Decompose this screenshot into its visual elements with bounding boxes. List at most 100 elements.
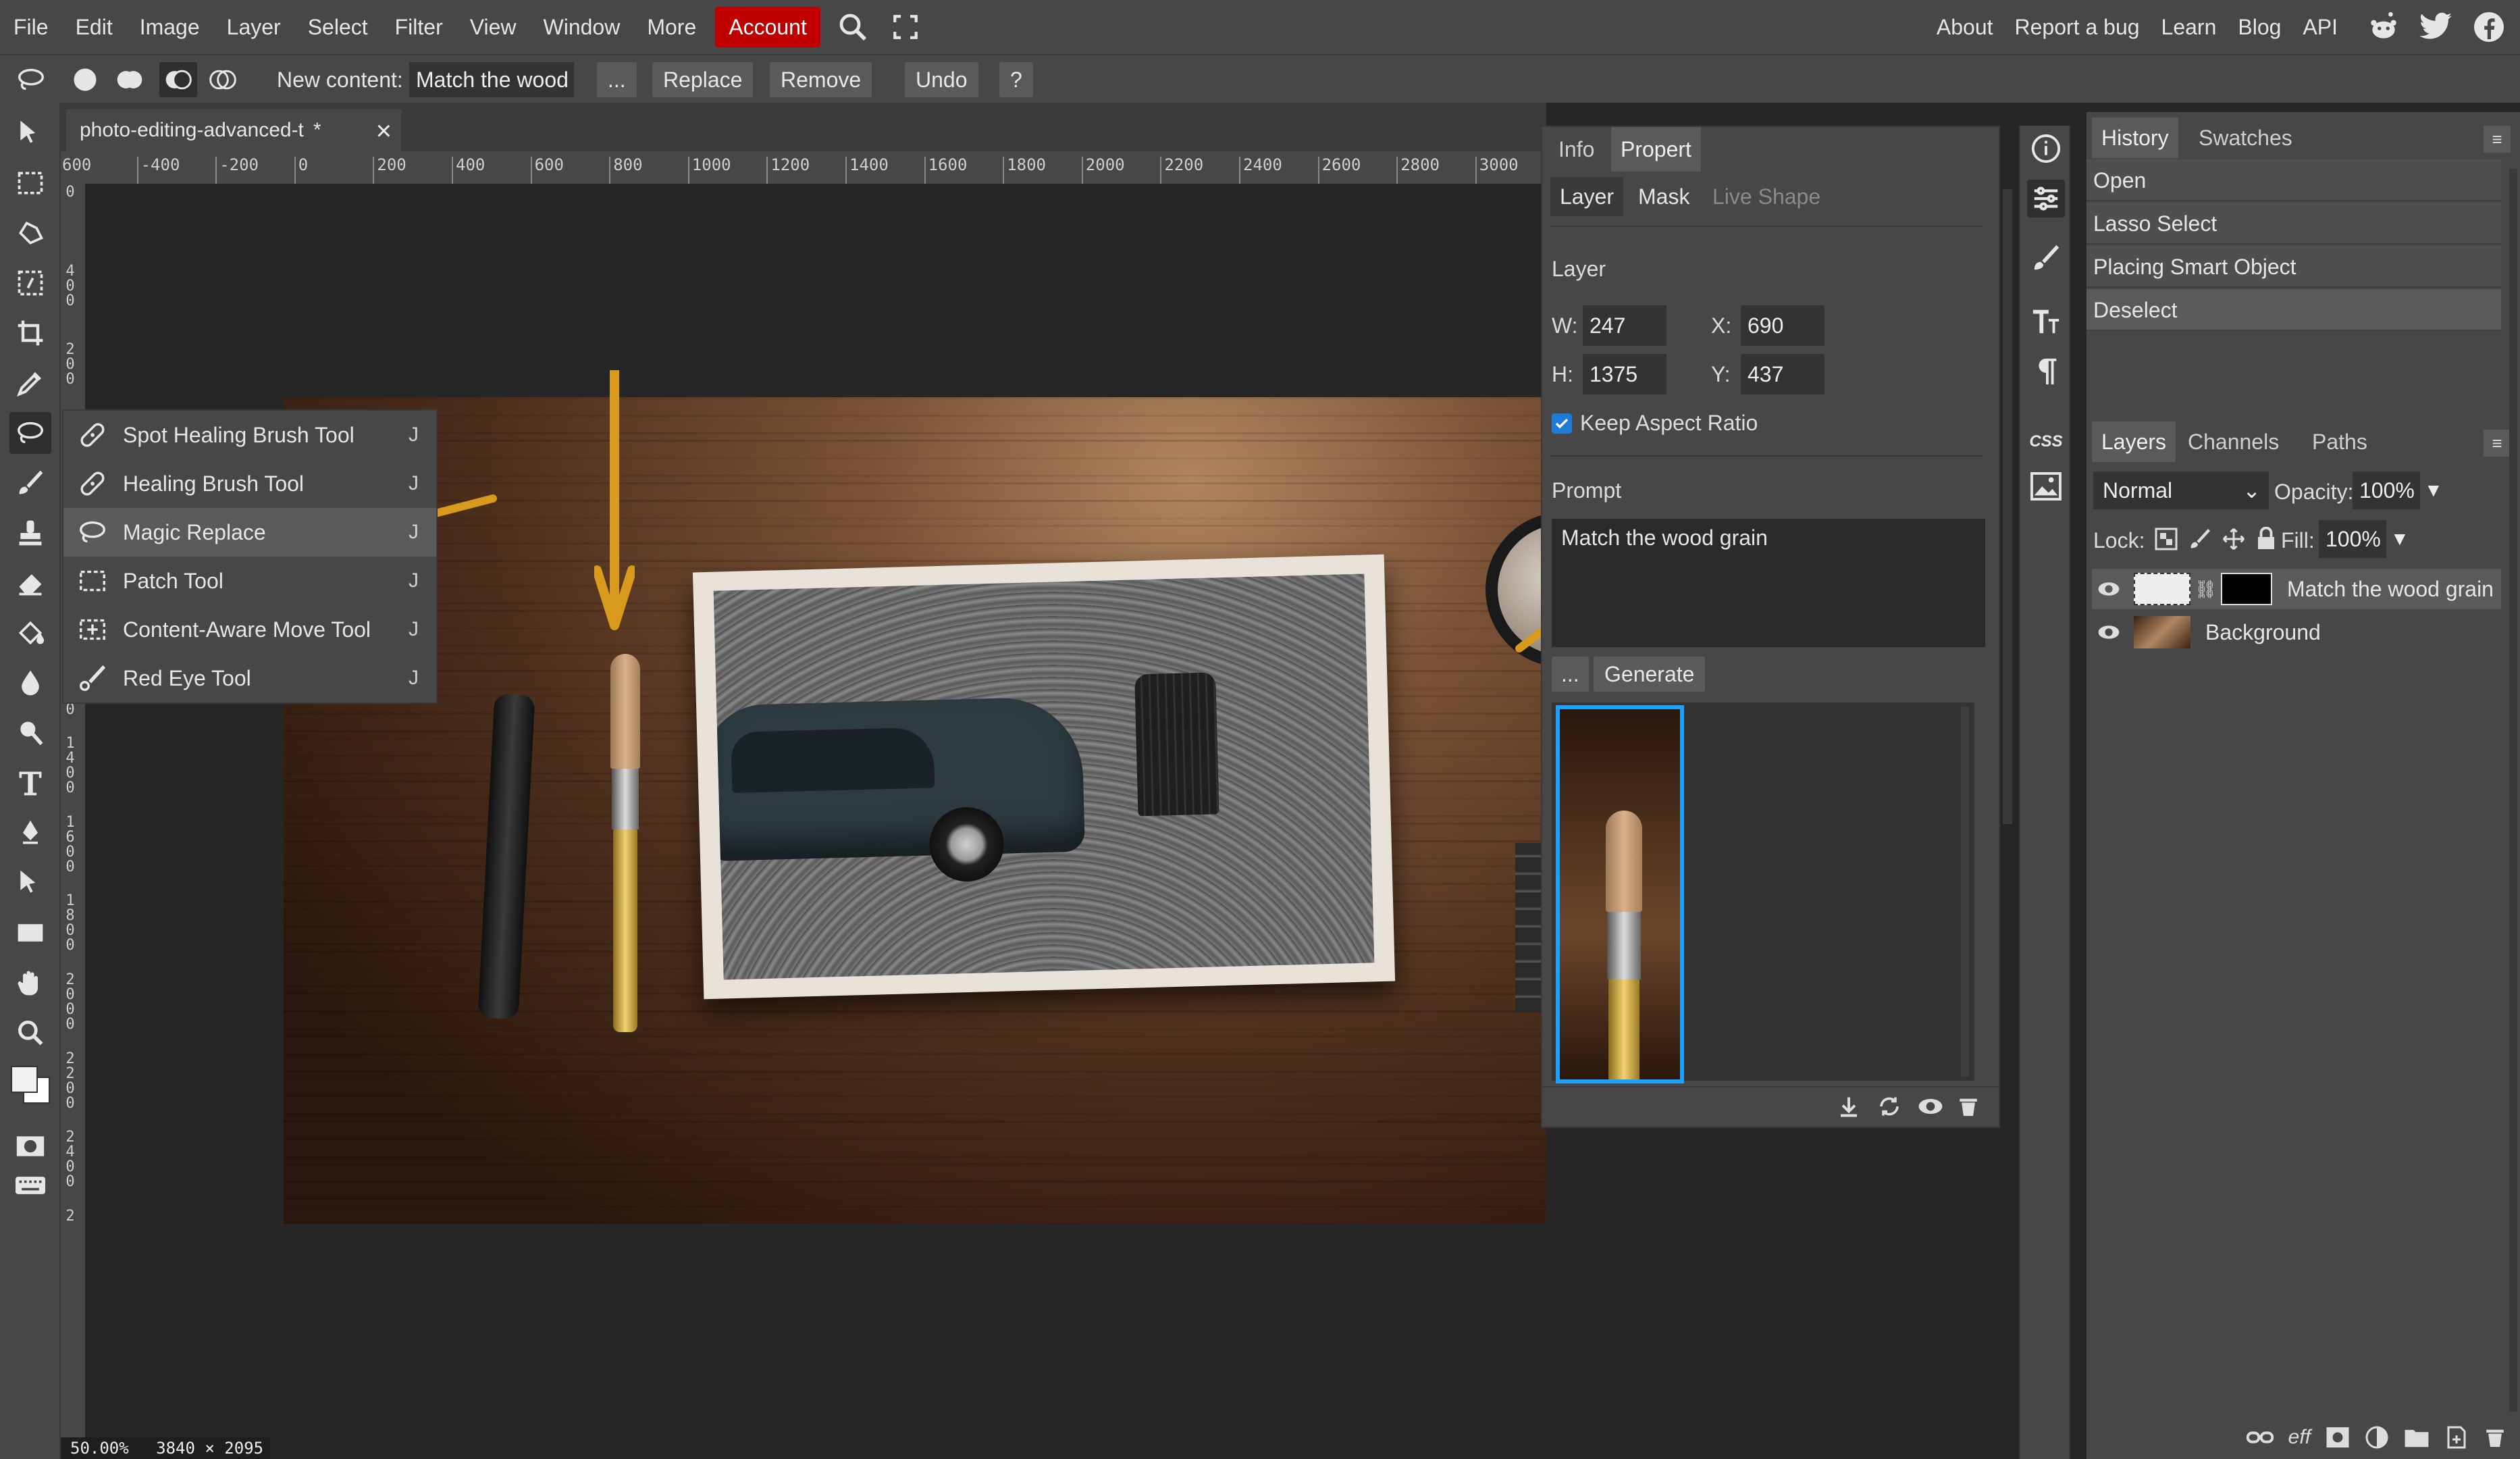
menu-report-bug[interactable]: Report a bug [2004, 7, 2151, 47]
pen-tool-icon[interactable] [9, 812, 51, 854]
selection-new-icon[interactable] [70, 65, 103, 97]
add-mask-icon[interactable] [2326, 1426, 2350, 1449]
keep-aspect-checkbox[interactable] [1552, 413, 1572, 434]
tab-properties[interactable]: Propert [1611, 127, 1701, 172]
character-icon[interactable] [2027, 303, 2065, 340]
blend-mode-select[interactable]: Normal ⌄ [2093, 471, 2269, 509]
path-select-tool-icon[interactable] [9, 862, 51, 904]
flyout-healing-brush[interactable]: Healing Brush Tool J [63, 459, 436, 508]
help-button[interactable]: ? [999, 62, 1033, 97]
fill-input[interactable]: 100% [2319, 520, 2386, 558]
reddit-icon[interactable] [2366, 9, 2401, 45]
flyout-content-aware-move[interactable]: Content-Aware Move Tool J [63, 605, 436, 654]
flyout-patch-tool[interactable]: Patch Tool J [63, 557, 436, 605]
lasso-tool-icon[interactable] [12, 62, 50, 97]
lock-move-icon[interactable] [2222, 527, 2246, 551]
account-button[interactable]: Account [715, 7, 820, 47]
prompt-more-button[interactable]: ... [1552, 657, 1589, 692]
new-layer-icon[interactable] [2444, 1425, 2469, 1450]
menu-about[interactable]: About [1926, 7, 2004, 47]
info-icon[interactable] [2027, 130, 2065, 168]
y-input[interactable]: 437 [1741, 354, 1825, 394]
menu-view[interactable]: View [456, 7, 530, 47]
effects-icon[interactable]: eff [2288, 1426, 2311, 1449]
twitter-icon[interactable] [2419, 9, 2454, 45]
layers-scrollbar[interactable] [2509, 169, 2517, 1412]
eye-icon[interactable] [1918, 1094, 1945, 1121]
history-item-lasso-select[interactable]: Lasso Select [2086, 203, 2501, 245]
history-item-open[interactable]: Open [2086, 159, 2501, 201]
keyboard-icon[interactable] [9, 1164, 51, 1206]
history-item-deselect[interactable]: Deselect [2086, 289, 2501, 331]
menu-blog[interactable]: Blog [2227, 7, 2292, 47]
marquee-tool-icon[interactable] [9, 162, 51, 204]
quick-selection-tool-icon[interactable] [9, 262, 51, 304]
selection-add-icon[interactable] [115, 65, 147, 97]
quick-mask-icon[interactable] [9, 1125, 51, 1167]
crop-tool-icon[interactable] [9, 312, 51, 354]
tab-layers[interactable]: Layers [2092, 421, 2176, 462]
menu-file[interactable]: File [0, 7, 62, 47]
new-content-input[interactable]: Match the wood [409, 62, 574, 97]
delete-layer-icon[interactable] [2484, 1425, 2506, 1450]
eyedropper-tool-icon[interactable] [9, 362, 51, 404]
paragraph-icon[interactable] [2027, 353, 2065, 390]
layers-panel-menu-icon[interactable]: ≡ [2484, 430, 2511, 457]
lasso-select-tool-icon[interactable] [9, 212, 51, 254]
replace-button[interactable]: Replace [652, 62, 754, 97]
x-input[interactable]: 690 [1741, 305, 1825, 346]
flyout-magic-replace[interactable]: Magic Replace J [63, 508, 436, 557]
subtab-mask[interactable]: Mask [1629, 177, 1699, 216]
undo-button[interactable]: Undo [905, 62, 978, 97]
subtab-layer[interactable]: Layer [1550, 177, 1624, 216]
opacity-dropdown-icon[interactable]: ▼ [2424, 480, 2443, 501]
download-icon[interactable] [1837, 1094, 1864, 1121]
menu-window[interactable]: Window [530, 7, 634, 47]
menu-filter[interactable]: Filter [382, 7, 456, 47]
menu-learn[interactable]: Learn [2151, 7, 2228, 47]
subtab-live-shape[interactable]: Live Shape [1703, 177, 1830, 216]
layer-row-background[interactable]: Background [2092, 612, 2501, 652]
opacity-input[interactable]: 100% [2353, 471, 2420, 509]
dodge-tool-icon[interactable] [9, 712, 51, 754]
selection-intersect-icon[interactable] [208, 65, 240, 97]
tab-channels[interactable]: Channels [2178, 421, 2288, 462]
hand-tool-icon[interactable] [9, 962, 51, 1004]
properties-icon[interactable] [2027, 180, 2065, 217]
results-scrollbar[interactable] [1961, 707, 1969, 1077]
history-item-placing-smart-object[interactable]: Placing Smart Object [2086, 246, 2501, 288]
tab-swatches[interactable]: Swatches [2189, 118, 2302, 158]
trash-icon[interactable] [1957, 1094, 1984, 1121]
fill-dropdown-icon[interactable]: ▼ [2390, 528, 2409, 550]
document-tab[interactable]: photo-editing-advanced-t * × [66, 109, 401, 151]
new-group-icon[interactable] [2404, 1427, 2430, 1448]
new-content-more-button[interactable]: ... [597, 62, 637, 97]
fullscreen-icon[interactable] [887, 8, 924, 46]
tab-paths[interactable]: Paths [2303, 421, 2377, 462]
menu-edit[interactable]: Edit [62, 7, 126, 47]
visibility-eye-icon[interactable] [2092, 580, 2126, 598]
healing-lasso-tool-icon[interactable] [9, 412, 51, 454]
search-icon[interactable] [834, 8, 872, 46]
image-icon[interactable] [2027, 467, 2065, 505]
lock-all-icon[interactable] [2255, 527, 2277, 551]
brush-settings-icon[interactable] [2027, 239, 2065, 277]
eraser-tool-icon[interactable] [9, 562, 51, 604]
menu-image[interactable]: Image [126, 7, 213, 47]
shape-tool-icon[interactable] [9, 912, 51, 954]
properties-scrollbar[interactable] [2003, 189, 2012, 824]
canvas-area[interactable] [85, 184, 1546, 1459]
flyout-spot-healing[interactable]: Spot Healing Brush Tool J [63, 411, 436, 459]
menu-layer[interactable]: Layer [213, 7, 294, 47]
height-input[interactable]: 1375 [1583, 354, 1666, 394]
menu-api[interactable]: API [2292, 7, 2348, 47]
close-icon[interactable]: × [376, 116, 392, 147]
menu-more[interactable]: More [633, 7, 710, 47]
width-input[interactable]: 247 [1583, 305, 1666, 346]
menu-select[interactable]: Select [294, 7, 382, 47]
color-swatches-icon[interactable] [7, 1062, 54, 1109]
selection-subtract-icon[interactable] [159, 62, 197, 97]
adjustment-layer-icon[interactable] [2365, 1425, 2389, 1450]
remove-button[interactable]: Remove [770, 62, 872, 97]
layer-row-match-wood[interactable]: ⛓ Match the wood grain [2092, 569, 2501, 609]
